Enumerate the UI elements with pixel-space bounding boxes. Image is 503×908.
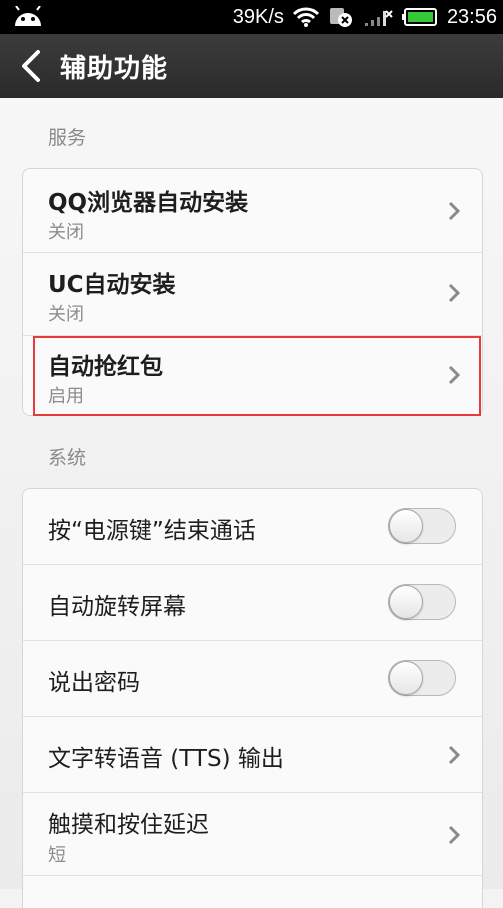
chevron-right-icon <box>448 825 460 845</box>
page-title: 辅助功能 <box>60 53 169 84</box>
toggle-knob <box>389 509 423 543</box>
list-item-status: 关闭 <box>48 222 84 243</box>
list-item-title: UC自动安装 <box>48 272 176 298</box>
chevron-right-icon <box>448 365 460 385</box>
signal-icon <box>364 10 393 26</box>
power-key-toggle[interactable] <box>388 508 456 544</box>
list-item-speak-password[interactable]: 说出密码 <box>23 641 482 716</box>
chevron-left-icon[interactable] <box>18 49 44 83</box>
services-card: QQ浏览器自动安装 关闭 UC自动安装 关闭 自动抢红包 启用 <box>22 168 483 416</box>
list-item-title: 按“电源键”结束通话 <box>48 518 256 544</box>
list-item-touch-hold-delay[interactable]: 触摸和按住延迟 短 <box>23 793 482 875</box>
list-item-title: QQ浏览器自动安装 <box>48 190 249 216</box>
battery-icon <box>401 8 437 26</box>
list-item-title: 自动抢红包 <box>48 354 163 380</box>
system-card: 按“电源键”结束通话 自动旋转屏幕 说出密码 文字转语音 (TTS) 输出 触摸… <box>22 488 483 908</box>
auto-rotate-toggle[interactable] <box>388 584 456 620</box>
action-bar: 辅助功能 <box>0 34 503 98</box>
wifi-icon <box>292 7 319 27</box>
network-speed: 39K/s <box>232 5 284 28</box>
list-item-title: 触摸和按住延迟 <box>48 812 209 838</box>
list-item-tts-output[interactable]: 文字转语音 (TTS) 输出 <box>23 717 482 792</box>
list-item-auto-rotate[interactable]: 自动旋转屏幕 <box>23 565 482 640</box>
notification-icon <box>329 8 352 27</box>
list-item-title: 说出密码 <box>48 670 140 696</box>
divider <box>23 875 482 876</box>
speak-password-toggle[interactable] <box>388 660 456 696</box>
settings-content[interactable]: 服务 QQ浏览器自动安装 关闭 UC自动安装 关闭 自动抢红包 启用 系统 按“… <box>0 98 503 908</box>
toggle-knob <box>389 585 423 619</box>
list-item-uc-auto-install[interactable]: UC自动安装 关闭 <box>23 253 482 335</box>
android-icon <box>15 6 41 26</box>
chevron-right-icon <box>448 745 460 765</box>
status-bar: 39K/s 23:56 <box>0 0 503 34</box>
chevron-right-icon <box>448 201 460 221</box>
section-label-services: 服务 <box>48 127 87 149</box>
clock: 23:56 <box>446 5 497 28</box>
list-item-status: 关闭 <box>48 304 84 325</box>
list-item-status: 短 <box>48 845 66 866</box>
list-item-power-key-end-call[interactable]: 按“电源键”结束通话 <box>23 489 482 564</box>
section-label-system: 系统 <box>48 447 87 469</box>
list-item-qq-browser-auto-install[interactable]: QQ浏览器自动安装 关闭 <box>23 169 482 252</box>
list-item-title: 自动旋转屏幕 <box>48 594 186 620</box>
list-item-title: 文字转语音 (TTS) 输出 <box>48 746 284 772</box>
list-item-status: 启用 <box>48 386 84 407</box>
toggle-knob <box>389 661 423 695</box>
list-item-auto-red-packet[interactable]: 自动抢红包 启用 <box>23 336 482 416</box>
chevron-right-icon <box>448 283 460 303</box>
